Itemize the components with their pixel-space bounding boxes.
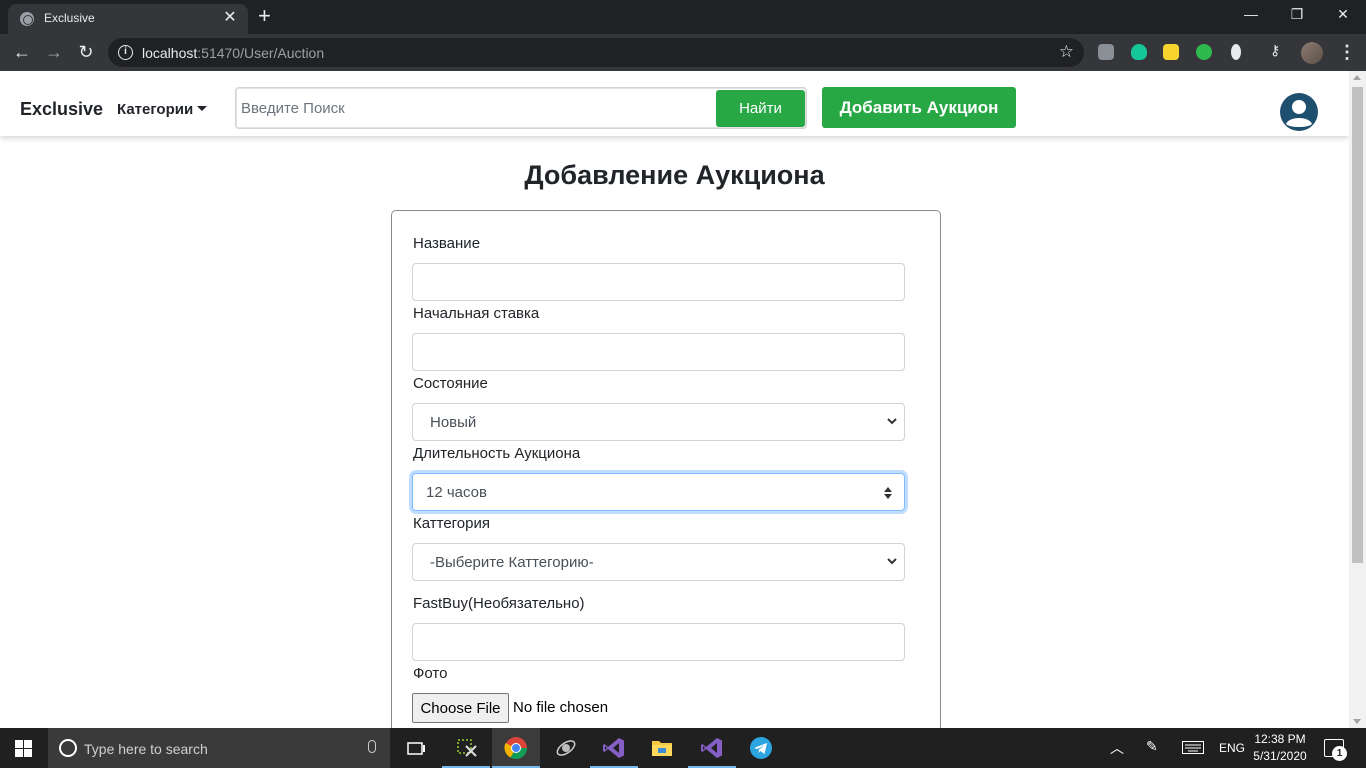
add-auction-button[interactable]: Добавить Аукцион bbox=[822, 87, 1016, 128]
tray-chevron-up-icon[interactable]: ︿ bbox=[1110, 738, 1124, 758]
chevron-down-icon bbox=[887, 418, 897, 425]
condition-label: Состояние bbox=[413, 375, 488, 392]
taskbar-search-placeholder: Type here to search bbox=[84, 741, 208, 757]
language-indicator[interactable]: ENG bbox=[1219, 741, 1245, 755]
reload-icon[interactable]: ↻ bbox=[74, 41, 98, 63]
visual-studio-icon bbox=[603, 738, 624, 758]
keyboard-icon[interactable] bbox=[1182, 741, 1204, 754]
user-account-icon[interactable] bbox=[1279, 92, 1319, 132]
tab-close-icon[interactable]: ✕ bbox=[220, 8, 240, 28]
pen-icon[interactable]: ✎ bbox=[1146, 738, 1158, 755]
windows-start-icon[interactable] bbox=[15, 740, 32, 757]
chevron-down-icon bbox=[887, 558, 897, 565]
microphone-icon[interactable] bbox=[368, 740, 376, 753]
snipping-tool-icon bbox=[457, 739, 477, 757]
bookmark-star-icon[interactable]: ☆ bbox=[1059, 42, 1074, 62]
search-button[interactable]: Найти bbox=[716, 90, 805, 127]
category-label: Каттегория bbox=[413, 515, 490, 532]
taskbar-app-satellite[interactable] bbox=[542, 728, 590, 768]
browser-toolbar: ← → ↻ i localhost:51470/User/Auction ☆ ⚷… bbox=[0, 34, 1366, 71]
category-selected: -Выберите Каттегорию- bbox=[430, 554, 594, 571]
name-label: Название bbox=[413, 235, 481, 252]
visual-studio-icon bbox=[701, 738, 722, 758]
address-bar[interactable]: i localhost:51470/User/Auction ☆ bbox=[108, 38, 1084, 67]
page-content: Exclusive Категории Найти Добавить Аукци… bbox=[0, 71, 1349, 728]
brand-logo[interactable]: Exclusive bbox=[20, 99, 103, 120]
key-icon[interactable]: ⚷ bbox=[1270, 42, 1286, 58]
task-view-button[interactable] bbox=[392, 728, 440, 768]
search-input[interactable] bbox=[238, 90, 713, 126]
system-clock[interactable]: 12:38 PM 5/31/2020 bbox=[1250, 731, 1310, 765]
browser-tab[interactable]: Exclusive ✕ bbox=[8, 4, 248, 34]
choose-file-button[interactable]: Choose File bbox=[412, 693, 509, 723]
fastbuy-input[interactable] bbox=[412, 623, 905, 661]
file-status: No file chosen bbox=[513, 699, 609, 716]
photo-label: Фото bbox=[413, 665, 448, 682]
tab-title: Exclusive bbox=[44, 11, 95, 25]
taskbar-app-snipping[interactable] bbox=[442, 728, 490, 768]
scroll-down-icon[interactable] bbox=[1353, 719, 1361, 724]
scroll-thumb[interactable] bbox=[1352, 87, 1363, 563]
fastbuy-label: FastBuy(Необязательно) bbox=[413, 595, 585, 612]
url-text: localhost:51470/User/Auction bbox=[142, 45, 325, 61]
search-group: Найти bbox=[235, 87, 807, 129]
updown-arrows-icon bbox=[884, 487, 892, 499]
telegram-icon bbox=[750, 737, 772, 759]
forward-icon[interactable]: → bbox=[42, 41, 66, 63]
minimize-icon[interactable]: — bbox=[1228, 6, 1274, 22]
profile-avatar[interactable] bbox=[1301, 42, 1323, 64]
clock-date: 5/31/2020 bbox=[1253, 749, 1307, 763]
chrome-icon bbox=[504, 737, 527, 759]
notification-badge: 1 bbox=[1332, 746, 1347, 761]
extension-l-icon[interactable] bbox=[1163, 44, 1179, 60]
taskbar-app-explorer[interactable] bbox=[638, 728, 686, 768]
taskbar-app-telegram[interactable] bbox=[737, 728, 785, 768]
cortana-icon bbox=[59, 739, 77, 757]
windows-taskbar: Type here to search ︿ ✎ ENG 12:38 PM 5/3… bbox=[0, 728, 1366, 768]
extension-shield-icon[interactable] bbox=[1098, 44, 1114, 60]
folder-icon bbox=[652, 741, 672, 756]
window-close-icon[interactable]: ✕ bbox=[1320, 6, 1366, 23]
browser-tab-strip: Exclusive ✕ + — ❐ ✕ bbox=[0, 0, 1366, 34]
name-input[interactable] bbox=[412, 263, 905, 301]
categories-dropdown[interactable]: Категории bbox=[117, 101, 208, 118]
back-icon[interactable]: ← bbox=[10, 41, 34, 63]
duration-select[interactable]: 12 часов bbox=[412, 473, 905, 511]
duration-label: Длительность Аукциона bbox=[413, 445, 581, 462]
extension-vpn-icon[interactable] bbox=[1131, 44, 1147, 60]
restore-icon[interactable]: ❐ bbox=[1274, 6, 1320, 23]
taskbar-app-visual-studio[interactable] bbox=[590, 728, 638, 768]
extension-tomato-icon[interactable] bbox=[1231, 44, 1241, 60]
new-tab-icon[interactable]: + bbox=[258, 5, 271, 27]
condition-select[interactable]: Новый bbox=[412, 403, 905, 441]
caret-down-icon bbox=[197, 106, 208, 111]
category-select[interactable]: -Выберите Каттегорию- bbox=[412, 543, 905, 581]
clock-time: 12:38 PM bbox=[1254, 732, 1306, 746]
condition-selected: Новый bbox=[430, 414, 477, 431]
page-scrollbar[interactable] bbox=[1349, 71, 1366, 728]
taskbar-search[interactable]: Type here to search bbox=[48, 728, 390, 768]
info-icon[interactable]: i bbox=[118, 45, 133, 60]
satellite-icon bbox=[556, 740, 576, 756]
taskbar-app-visual-studio-2[interactable] bbox=[688, 728, 736, 768]
globe-icon bbox=[20, 12, 34, 26]
site-navbar: Exclusive Категории Найти Добавить Аукци… bbox=[0, 71, 1349, 136]
task-view-icon bbox=[407, 742, 425, 755]
auction-form-card: Название Начальная ставка Состояние Новы… bbox=[391, 210, 941, 728]
start-bid-input[interactable] bbox=[412, 333, 905, 371]
taskbar-app-chrome[interactable] bbox=[492, 728, 540, 768]
start-bid-label: Начальная ставка bbox=[413, 305, 540, 322]
scroll-up-icon[interactable] bbox=[1353, 75, 1361, 80]
duration-selected: 12 часов bbox=[426, 484, 487, 501]
page-title: Добавление Аукциона bbox=[524, 160, 825, 190]
browser-menu-icon[interactable]: ⋮ bbox=[1338, 42, 1356, 63]
extension-check-icon[interactable] bbox=[1196, 44, 1212, 60]
